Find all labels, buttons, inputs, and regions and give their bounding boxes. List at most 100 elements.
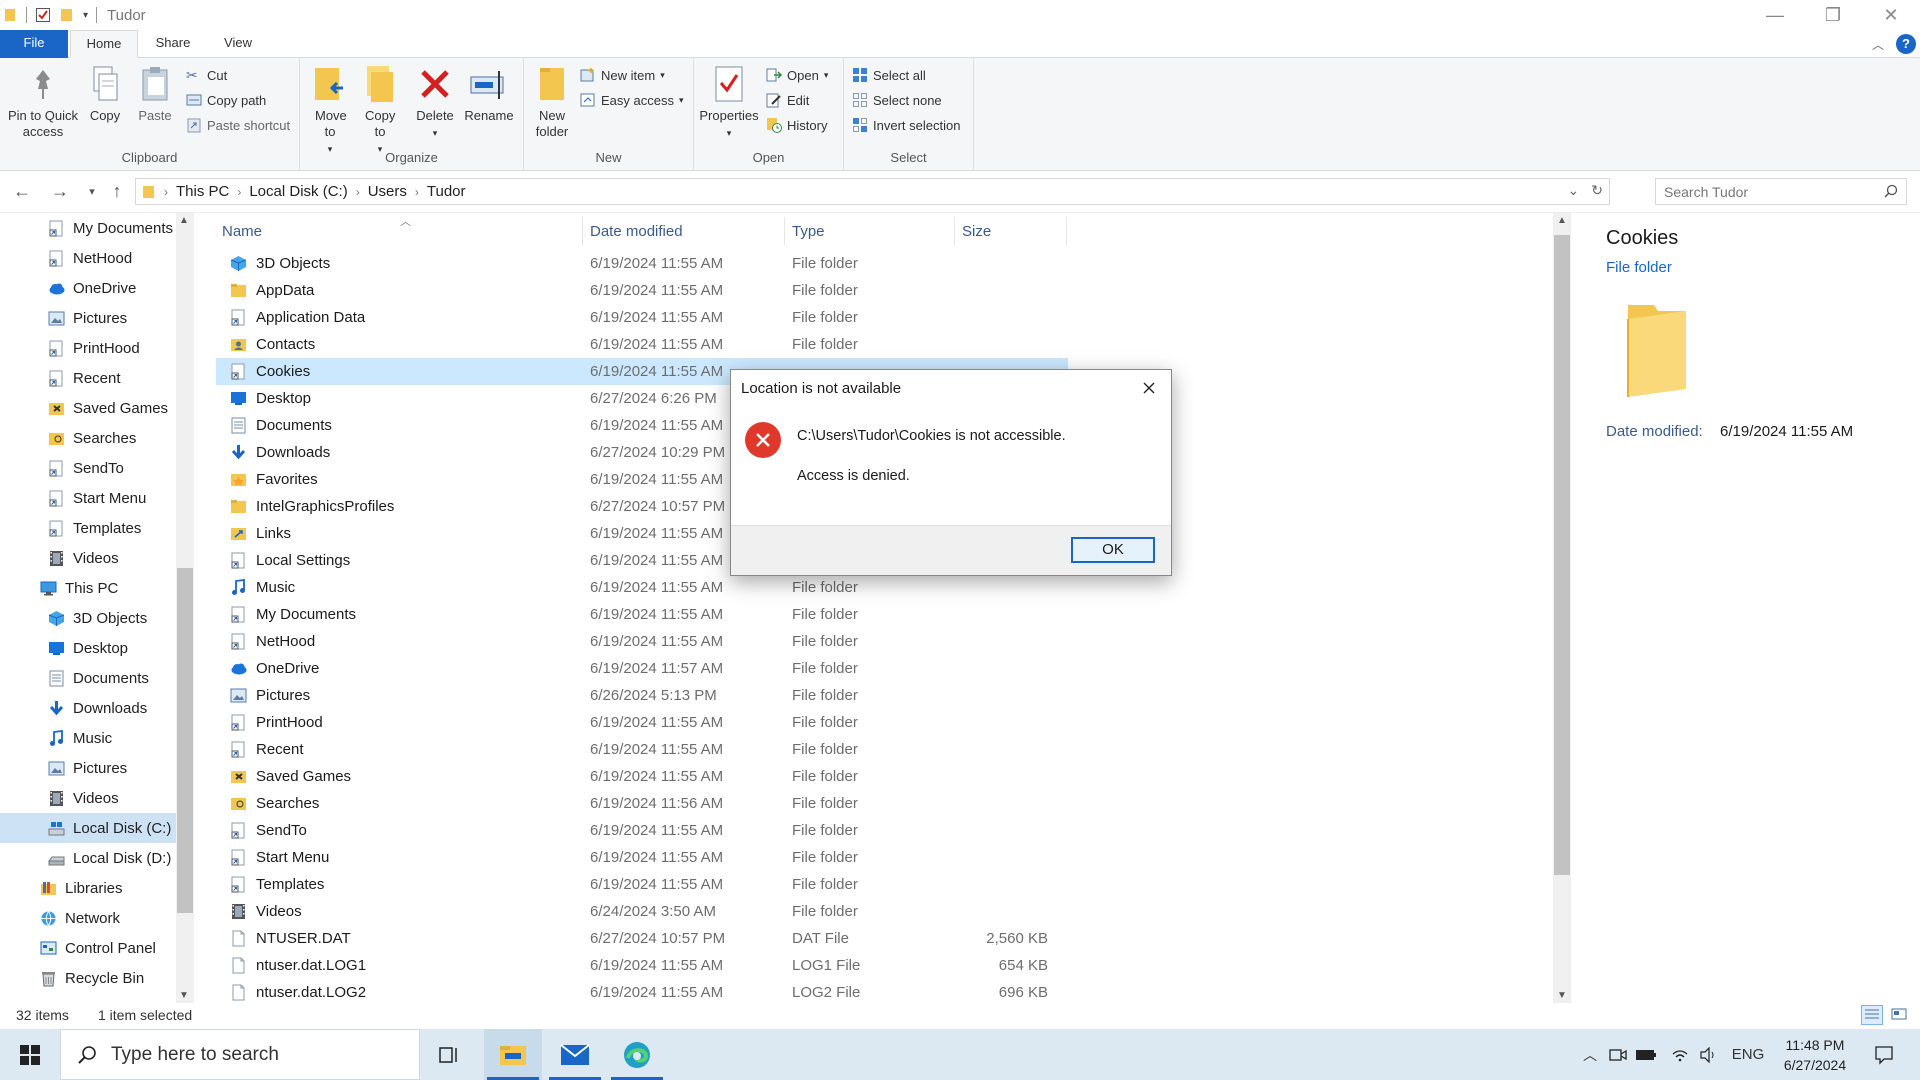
select-all-button[interactable]: Select all (852, 64, 926, 86)
column-divider[interactable] (582, 217, 583, 245)
nav-item[interactable]: Local Disk (C:) (0, 813, 176, 843)
file-row[interactable]: ntuser.dat.LOG2 6/19/2024 11:55 AM LOG2 Fi… (216, 979, 1066, 1006)
file-row[interactable]: Contacts 6/19/2024 11:55 AM File folder (216, 331, 1066, 358)
customize-toolbar-chevron-icon[interactable]: ▾ (83, 10, 88, 21)
large-icons-view-button[interactable] (1888, 1005, 1910, 1025)
nav-item[interactable]: OneDrive (44, 273, 176, 303)
edge-taskbar-button[interactable] (608, 1029, 666, 1080)
taskbar-search-box[interactable]: Type here to search (60, 1029, 420, 1080)
collapse-ribbon-chevron-icon[interactable]: ︿ (1872, 36, 1884, 53)
file-row[interactable]: Pictures 6/26/2024 5:13 PM File folder (216, 682, 1066, 709)
refresh-icon[interactable]: ↻ (1591, 182, 1603, 199)
breadcrumb-local-disk-c[interactable]: Local Disk (C:) (249, 183, 347, 200)
nav-item[interactable]: Recent (44, 363, 176, 393)
file-row[interactable]: Saved Games 6/19/2024 11:55 AM File folder (216, 763, 1066, 790)
copy-button[interactable]: Copy (84, 62, 126, 124)
details-view-button[interactable] (1861, 1005, 1883, 1025)
tab-view[interactable]: View (210, 30, 266, 58)
language-indicator[interactable]: ENG (1726, 1029, 1770, 1080)
file-row[interactable]: Application Data 6/19/2024 11:55 AM File f… (216, 304, 1066, 331)
tab-share[interactable]: Share (140, 30, 206, 58)
nav-item[interactable]: NetHood (44, 243, 176, 273)
edit-button[interactable]: Edit (766, 89, 809, 111)
history-button[interactable]: History (766, 114, 827, 136)
nav-item[interactable]: 3D Objects (44, 603, 176, 633)
nav-item[interactable]: Pictures (44, 303, 176, 333)
file-row[interactable]: My Documents 6/19/2024 11:55 AM File folde… (216, 601, 1066, 628)
select-none-button[interactable]: Select none (852, 89, 942, 111)
chevron-right-icon[interactable]: › (415, 185, 419, 199)
copy-path-button[interactable]: Copy path (186, 89, 266, 111)
copy-to-button[interactable]: Copy to ▾ (360, 62, 400, 157)
file-row[interactable]: NetHood 6/19/2024 11:55 AM File folder (216, 628, 1066, 655)
column-header-name[interactable]: Name ︿ (222, 213, 582, 249)
meet-now-icon[interactable] (1606, 1029, 1630, 1080)
nav-item[interactable]: Pictures (44, 753, 176, 783)
breadcrumb-users[interactable]: Users (368, 183, 407, 200)
clock[interactable]: 11:48 PM 6/27/2024 (1770, 1035, 1860, 1075)
navigation-scrollbar-thumb[interactable] (177, 568, 193, 913)
nav-item[interactable]: My Documents (44, 213, 176, 243)
scroll-down-icon[interactable]: ▼ (1557, 990, 1567, 1001)
file-row[interactable]: NTUSER.DAT 6/27/2024 10:57 PM DAT File 2,56… (216, 925, 1066, 952)
pin-to-quick-access-button[interactable]: Pin to Quick access (4, 62, 82, 140)
file-list-scrollbar-thumb[interactable] (1554, 235, 1570, 875)
recent-locations-chevron-icon[interactable]: ▾ (80, 179, 104, 203)
new-item-button[interactable]: New item ▾ (580, 64, 665, 86)
new-folder-icon[interactable] (59, 7, 75, 23)
file-row[interactable]: Searches 6/19/2024 11:56 AM File folder (216, 790, 1066, 817)
nav-item[interactable]: Videos (44, 543, 176, 573)
tab-home[interactable]: Home (70, 30, 138, 58)
chevron-right-icon[interactable]: › (356, 185, 360, 199)
invert-selection-button[interactable]: Invert selection (852, 114, 960, 136)
nav-item[interactable]: Control Panel (36, 933, 176, 963)
properties-check-icon[interactable] (35, 7, 51, 23)
file-row[interactable]: Music 6/19/2024 11:55 AM File folder (216, 574, 1066, 601)
column-divider[interactable] (784, 217, 785, 245)
file-row[interactable]: OneDrive 6/19/2024 11:57 AM File folder (216, 655, 1066, 682)
battery-icon[interactable] (1634, 1029, 1658, 1080)
volume-icon[interactable] (1696, 1029, 1720, 1080)
breadcrumb-tudor[interactable]: Tudor (427, 183, 466, 200)
paste-button[interactable]: Paste (134, 62, 176, 124)
file-row[interactable]: AppData 6/19/2024 11:55 AM File folder (216, 277, 1066, 304)
nav-item[interactable]: Saved Games (44, 393, 176, 423)
column-header-date[interactable]: Date modified (590, 213, 780, 249)
nav-item[interactable]: Documents (44, 663, 176, 693)
file-row[interactable]: ntuser.dat.LOG1 6/19/2024 11:55 AM LOG1 Fi… (216, 952, 1066, 979)
nav-item[interactable]: SendTo (44, 453, 176, 483)
column-divider[interactable] (1066, 217, 1067, 245)
nav-item[interactable]: Recycle Bin (36, 963, 176, 993)
file-row[interactable]: Recent 6/19/2024 11:55 AM File folder (216, 736, 1066, 763)
chevron-right-icon[interactable]: › (237, 185, 241, 199)
up-arrow-icon[interactable]: ↑ (105, 179, 129, 203)
dialog-close-button[interactable] (1135, 374, 1163, 402)
nav-item[interactable]: Libraries (36, 873, 176, 903)
paste-shortcut-button[interactable]: Paste shortcut (186, 114, 290, 136)
navigation-scrollbar[interactable]: ▲ ▼ (176, 213, 194, 1003)
forward-arrow-icon[interactable]: → (48, 179, 72, 203)
breadcrumb-this-pc[interactable]: This PC (176, 183, 229, 200)
column-header-size[interactable]: Size (962, 213, 1062, 249)
rename-button[interactable]: Rename (464, 62, 514, 124)
mail-taskbar-button[interactable] (546, 1029, 604, 1080)
minimize-button[interactable]: — (1746, 0, 1804, 30)
close-button[interactable]: ✕ (1862, 0, 1920, 30)
properties-button[interactable]: Properties ▾ (696, 62, 762, 141)
file-row[interactable]: 3D Objects 6/19/2024 11:55 AM File folder (216, 250, 1066, 277)
scroll-up-icon[interactable]: ▲ (179, 215, 189, 226)
scroll-up-icon[interactable]: ▲ (1557, 215, 1567, 226)
nav-item[interactable]: Videos (44, 783, 176, 813)
file-row[interactable]: Start Menu 6/19/2024 11:55 AM File folder (216, 844, 1066, 871)
nav-item[interactable]: Music (44, 723, 176, 753)
start-button[interactable] (0, 1029, 60, 1080)
nav-item[interactable]: Searches (44, 423, 176, 453)
nav-item[interactable]: PrintHood (44, 333, 176, 363)
address-bar[interactable]: › This PC › Local Disk (C:) › Users › Tu… (135, 178, 1610, 205)
new-folder-button[interactable]: New folder (528, 62, 576, 140)
nav-item[interactable]: Local Disk (D:) (44, 843, 176, 873)
task-view-button[interactable] (420, 1029, 478, 1080)
easy-access-button[interactable]: Easy access ▾ (580, 89, 684, 111)
notifications-icon[interactable] (1864, 1029, 1904, 1080)
restore-button[interactable]: ❐ (1804, 0, 1862, 30)
